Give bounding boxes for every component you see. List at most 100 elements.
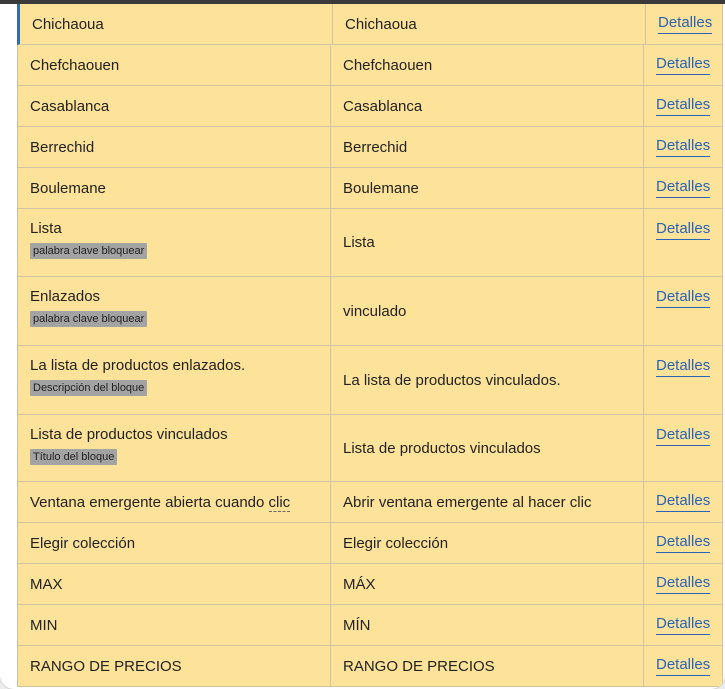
details-link[interactable]: Detalles xyxy=(656,55,711,75)
details-link[interactable]: Detalles xyxy=(656,178,711,198)
source-text: Chichaoua xyxy=(32,15,104,33)
action-cell: Detalles xyxy=(644,346,722,414)
details-link[interactable]: Detalles xyxy=(656,533,711,553)
action-cell: Detalles xyxy=(644,523,722,563)
source-text: La lista de productos enlazados. xyxy=(30,357,246,374)
details-link[interactable]: Detalles xyxy=(656,357,711,377)
translation-table: Chichaoua Chichaoua Detalles Chefchaouen… xyxy=(17,4,723,687)
details-link[interactable]: Detalles xyxy=(656,574,711,594)
details-link[interactable]: Detalles xyxy=(658,14,713,34)
action-cell: Detalles xyxy=(644,209,722,276)
source-text: Elegir colección xyxy=(30,534,136,552)
table-row[interactable]: MAX MÁX Detalles xyxy=(18,564,722,605)
action-cell: Detalles xyxy=(644,86,722,126)
action-cell: Detalles xyxy=(644,45,722,85)
translation-cell: MÁX xyxy=(331,564,644,604)
source-text: Lista xyxy=(30,220,62,237)
glossary-term[interactable]: clic xyxy=(268,493,291,512)
table-row[interactable]: Elegir colección Elegir colección Detall… xyxy=(18,523,722,564)
action-cell: Detalles xyxy=(644,482,722,522)
source-cell: MIN xyxy=(18,605,331,645)
action-cell: Detalles xyxy=(644,168,722,208)
table-row[interactable]: Ventana emergente abierta cuando clic Ab… xyxy=(18,482,722,523)
context-tag: Descripción del bloque xyxy=(30,380,148,396)
translation-cell: Chefchaouen xyxy=(331,45,644,85)
source-text: Enlazados xyxy=(30,288,101,305)
details-link[interactable]: Detalles xyxy=(656,426,711,446)
source-text: RANGO DE PRECIOS xyxy=(30,657,182,675)
details-link[interactable]: Detalles xyxy=(656,288,711,308)
table-row[interactable]: Chichaoua Chichaoua Detalles xyxy=(17,4,722,45)
source-cell: Lista palabra clave bloquear xyxy=(18,209,331,276)
action-cell: Detalles xyxy=(644,646,722,686)
translation-cell: Casablanca xyxy=(331,86,644,126)
source-cell: Lista de productos vinculados Título del… xyxy=(18,415,331,481)
action-cell: Detalles xyxy=(644,564,722,604)
table-row[interactable]: La lista de productos enlazados. Descrip… xyxy=(18,346,722,415)
translation-text: La lista de productos vinculados. xyxy=(343,371,561,389)
translation-cell: La lista de productos vinculados. xyxy=(331,346,644,414)
source-text: MAX xyxy=(30,575,63,593)
details-link[interactable]: Detalles xyxy=(656,96,711,116)
table-row[interactable]: Chefchaouen Chefchaouen Detalles xyxy=(18,45,722,86)
source-cell: Casablanca xyxy=(18,86,331,126)
source-text: Berrechid xyxy=(30,138,95,156)
source-text: MIN xyxy=(30,616,58,634)
source-cell: Berrechid xyxy=(18,127,331,167)
translation-text: Boulemane xyxy=(343,179,419,197)
translation-cell: Boulemane xyxy=(331,168,644,208)
table-row[interactable]: RANGO DE PRECIOS RANGO DE PRECIOS Detall… xyxy=(18,646,722,687)
table-row[interactable]: Lista de productos vinculados Título del… xyxy=(18,415,722,482)
source-cell: Chefchaouen xyxy=(18,45,331,85)
translation-cell: Lista xyxy=(331,209,644,276)
source-cell: Ventana emergente abierta cuando clic xyxy=(18,482,331,522)
translation-cell: Chichaoua xyxy=(333,4,646,44)
table-row[interactable]: Lista palabra clave bloquear Lista Detal… xyxy=(18,209,722,277)
table-row[interactable]: Casablanca Casablanca Detalles xyxy=(18,86,722,127)
translation-text: vinculado xyxy=(343,302,407,320)
source-cell: Elegir colección xyxy=(18,523,331,563)
action-cell: Detalles xyxy=(644,605,722,645)
source-cell: Enlazados palabra clave bloquear xyxy=(18,277,331,345)
action-cell: Detalles xyxy=(646,4,724,44)
table-row[interactable]: Boulemane Boulemane Detalles xyxy=(18,168,722,209)
source-cell: Chichaoua xyxy=(20,4,333,44)
translation-text: Casablanca xyxy=(343,97,423,115)
source-text: Casablanca xyxy=(30,97,110,115)
context-tag: palabra clave bloquear xyxy=(30,243,148,259)
translation-cell: Elegir colección xyxy=(331,523,644,563)
translation-text: RANGO DE PRECIOS xyxy=(343,657,495,675)
translation-text: MÍN xyxy=(343,616,371,634)
source-text: Chefchaouen xyxy=(30,56,120,74)
source-text: Ventana emergente abierta cuando clic xyxy=(30,493,318,512)
translation-text: MÁX xyxy=(343,575,376,593)
translation-text: Lista xyxy=(343,234,375,251)
details-link[interactable]: Detalles xyxy=(656,615,711,635)
details-link[interactable]: Detalles xyxy=(656,656,711,676)
table-row[interactable]: Berrechid Berrechid Detalles xyxy=(18,127,722,168)
translation-text: Abrir ventana emergente al hacer clic xyxy=(343,493,592,511)
translation-text: Chichaoua xyxy=(345,15,417,33)
translation-cell: Abrir ventana emergente al hacer clic xyxy=(331,482,644,522)
translation-text: Berrechid xyxy=(343,138,408,156)
source-cell: La lista de productos enlazados. Descrip… xyxy=(18,346,331,414)
action-cell: Detalles xyxy=(644,277,722,345)
details-link[interactable]: Detalles xyxy=(656,492,711,512)
translation-cell: Lista de productos vinculados xyxy=(331,415,644,481)
details-link[interactable]: Detalles xyxy=(656,220,711,240)
translation-table-window: Chichaoua Chichaoua Detalles Chefchaouen… xyxy=(0,0,725,689)
translation-cell: RANGO DE PRECIOS xyxy=(331,646,644,686)
source-text: Boulemane xyxy=(30,179,106,197)
source-text-prefix: Ventana emergente abierta cuando xyxy=(30,493,269,511)
table-row[interactable]: Enlazados palabra clave bloquear vincula… xyxy=(18,277,722,346)
translation-cell: vinculado xyxy=(331,277,644,345)
source-cell: RANGO DE PRECIOS xyxy=(18,646,331,686)
translation-text: Chefchaouen xyxy=(343,56,433,74)
action-cell: Detalles xyxy=(644,415,722,481)
details-link[interactable]: Detalles xyxy=(656,137,711,157)
action-cell: Detalles xyxy=(644,127,722,167)
source-cell: Boulemane xyxy=(18,168,331,208)
context-tag: Título del bloque xyxy=(30,449,118,465)
source-cell: MAX xyxy=(18,564,331,604)
table-row[interactable]: MIN MÍN Detalles xyxy=(18,605,722,646)
